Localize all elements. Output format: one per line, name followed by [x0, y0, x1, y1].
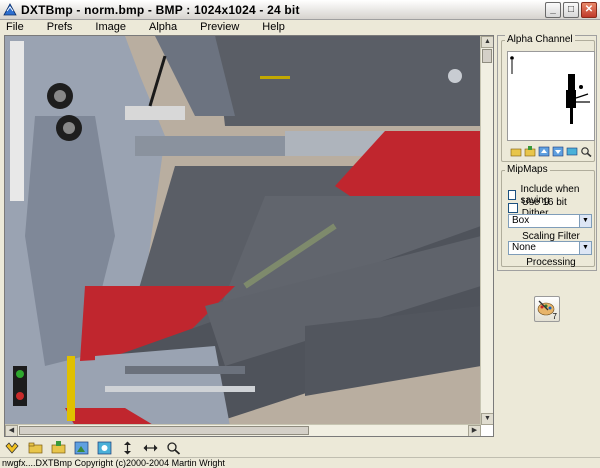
bottom-toolbar — [4, 440, 181, 456]
scroll-right-button[interactable]: ▶ — [468, 425, 481, 436]
title-bar[interactable]: DXTBmp - norm.bmp - BMP : 1024x1024 - 24… — [0, 0, 600, 20]
menu-help[interactable]: Help — [262, 21, 296, 33]
chevron-down-icon[interactable]: ▼ — [579, 215, 591, 227]
scroll-down-button[interactable]: ▼ — [481, 413, 493, 425]
vertical-scroll-thumb[interactable] — [482, 49, 492, 63]
app-window: DXTBmp - norm.bmp - BMP : 1024x1024 - 24… — [0, 0, 600, 468]
open-icon[interactable] — [27, 440, 43, 456]
use-16-bit-dither-checkbox[interactable] — [508, 203, 518, 213]
alpha-channel-preview — [507, 51, 595, 141]
menu-alpha[interactable]: Alpha — [149, 21, 188, 33]
processing-select[interactable]: None ▼ — [508, 241, 592, 255]
flip-horizontal-icon[interactable] — [142, 440, 158, 456]
grab-icon[interactable] — [4, 440, 20, 456]
scroll-up-button[interactable]: ▲ — [481, 36, 493, 48]
minimize-button[interactable]: _ — [545, 2, 561, 18]
window-title: DXTBmp - norm.bmp - BMP : 1024x1024 - 24… — [21, 2, 300, 17]
processing-value: None — [512, 242, 536, 253]
scroll-left-button[interactable]: ◀ — [5, 425, 18, 436]
image-canvas[interactable]: ▲ ▼ ◀ ▶ — [4, 35, 494, 437]
mipmaps-group: MipMaps Include when saving Use 16 bit D… — [501, 164, 595, 268]
alpha-channel-label: Alpha Channel — [505, 34, 575, 45]
view-icon[interactable] — [565, 145, 578, 157]
side-panel: Alpha Channel MipMaps Include when savin… — [497, 34, 597, 271]
image-icon[interactable] — [73, 440, 89, 456]
app-icon — [3, 2, 17, 15]
scaling-filter-select[interactable]: Box ▼ — [508, 214, 592, 228]
menu-prefs[interactable]: Prefs — [47, 21, 84, 33]
alpha-channel-group: Alpha Channel — [501, 34, 595, 162]
process-button[interactable]: 7 — [534, 296, 560, 322]
chevron-down-icon[interactable]: ▼ — [579, 242, 591, 254]
mipmaps-label: MipMaps — [505, 164, 550, 175]
process-badge: 7 — [552, 312, 557, 321]
vertical-scrollbar[interactable]: ▲ ▼ — [480, 36, 493, 425]
processing-label: Processing — [526, 257, 576, 268]
menu-preview[interactable]: Preview — [200, 21, 250, 33]
texture-image — [5, 36, 481, 426]
menu-bar: File Prefs Image Alpha Preview Help — [0, 20, 600, 34]
image-export-icon[interactable] — [96, 440, 112, 456]
zoom-icon[interactable] — [579, 145, 592, 157]
scaling-filter-value: Box — [512, 215, 530, 226]
save-icon[interactable] — [50, 440, 66, 456]
save-folder-icon[interactable] — [523, 145, 536, 157]
horizontal-scroll-thumb[interactable] — [19, 426, 309, 435]
export-icon[interactable] — [551, 145, 564, 157]
import-icon[interactable] — [537, 145, 550, 157]
flip-vertical-icon[interactable] — [119, 440, 135, 456]
menu-image[interactable]: Image — [95, 21, 137, 33]
horizontal-scrollbar[interactable]: ◀ ▶ — [5, 424, 481, 436]
menu-file[interactable]: File — [6, 21, 35, 33]
open-folder-icon[interactable] — [509, 145, 522, 157]
maximize-button[interactable]: □ — [563, 2, 579, 18]
close-button[interactable]: ✕ — [581, 2, 597, 18]
status-bar: nwgfx....DXTBmp Copyright (c)2000-2004 M… — [0, 457, 600, 468]
zoom-icon[interactable] — [165, 440, 181, 456]
